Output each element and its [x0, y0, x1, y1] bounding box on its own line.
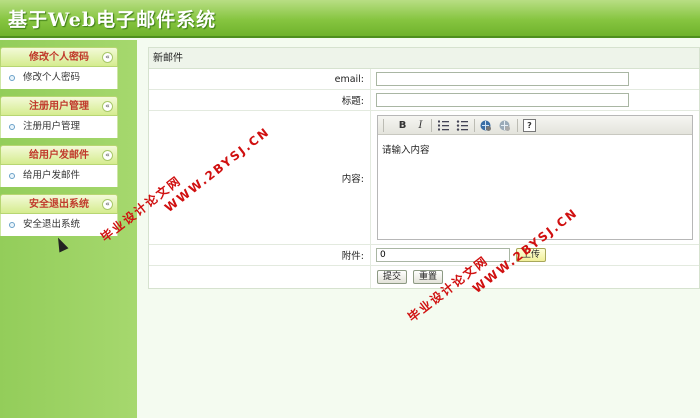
- menu-head-change-password[interactable]: 修改个人密码 «: [0, 47, 118, 67]
- subject-row: 标题:: [149, 90, 699, 111]
- rich-text-editor: B I ? 请输入内容: [377, 115, 693, 240]
- email-label: email:: [149, 69, 371, 89]
- actions-row: 提交 重置: [149, 266, 699, 288]
- menu-head-label: 给用户发邮件: [29, 150, 89, 161]
- ordered-list-icon[interactable]: [437, 119, 450, 132]
- menu-group-user-management: 注册用户管理 « 注册用户管理: [0, 96, 118, 138]
- reset-button[interactable]: 重置: [413, 270, 444, 284]
- unordered-list-icon[interactable]: [456, 119, 469, 132]
- sidebar-item-change-password[interactable]: 修改个人密码: [0, 67, 118, 89]
- circle-bullet-icon: [9, 123, 15, 130]
- actions-label-cell: [149, 266, 371, 288]
- menu-head-label: 修改个人密码: [29, 52, 89, 63]
- sidebar-item-label: 修改个人密码: [23, 72, 81, 83]
- sidebar-item-user-management[interactable]: 注册用户管理: [0, 116, 118, 138]
- sidebar-item-label: 给用户发邮件: [23, 170, 81, 181]
- menu-head-label: 注册用户管理: [29, 101, 89, 112]
- app-title: 基于Web电子邮件系统: [8, 9, 217, 31]
- sidebar-item-send-mail[interactable]: 给用户发邮件: [0, 165, 118, 187]
- toolbar-separator: [431, 119, 432, 132]
- subject-input[interactable]: [376, 93, 629, 107]
- email-row: email:: [149, 69, 699, 90]
- italic-icon[interactable]: I: [414, 119, 427, 132]
- menu-head-user-management[interactable]: 注册用户管理 «: [0, 96, 118, 116]
- menu-head-logout[interactable]: 安全退出系统 «: [0, 194, 118, 214]
- attachment-label: 附件:: [149, 245, 371, 265]
- content-textarea[interactable]: 请输入内容: [378, 136, 692, 239]
- sidebar-item-label: 注册用户管理: [23, 121, 81, 132]
- circle-bullet-icon: [9, 221, 15, 228]
- toolbar-separator: [517, 119, 518, 132]
- content-row: 内容: B I ? 请输入内容: [149, 111, 699, 245]
- collapse-icon[interactable]: «: [102, 101, 113, 112]
- collapse-icon[interactable]: «: [102, 150, 113, 161]
- attachment-input[interactable]: [376, 248, 510, 262]
- bold-icon[interactable]: B: [396, 119, 409, 132]
- attachment-row: 附件: 上传: [149, 245, 699, 266]
- menu-head-send-mail[interactable]: 给用户发邮件 «: [0, 145, 118, 165]
- circle-bullet-icon: [9, 172, 15, 179]
- menu-group-change-password: 修改个人密码 « 修改个人密码: [0, 47, 118, 89]
- sidebar-item-label: 安全退出系统: [23, 219, 81, 230]
- collapse-icon[interactable]: «: [102, 199, 113, 210]
- unlink-icon[interactable]: [498, 119, 511, 132]
- email-input[interactable]: [376, 72, 629, 86]
- toolbar-separator: [383, 119, 384, 132]
- circle-bullet-icon: [9, 74, 15, 81]
- collapse-icon[interactable]: «: [102, 52, 113, 63]
- help-icon[interactable]: ?: [523, 119, 536, 132]
- app-header: 基于Web电子邮件系统: [0, 0, 700, 38]
- editor-toolbar: B I ?: [378, 116, 692, 135]
- panel-title: 新邮件: [149, 48, 699, 69]
- submit-button[interactable]: 提交: [377, 270, 408, 284]
- menu-head-label: 安全退出系统: [29, 199, 89, 210]
- link-icon[interactable]: [479, 119, 492, 132]
- menu-group-send-mail: 给用户发邮件 « 给用户发邮件: [0, 145, 118, 187]
- subject-label: 标题:: [149, 90, 371, 110]
- toolbar-separator: [474, 119, 475, 132]
